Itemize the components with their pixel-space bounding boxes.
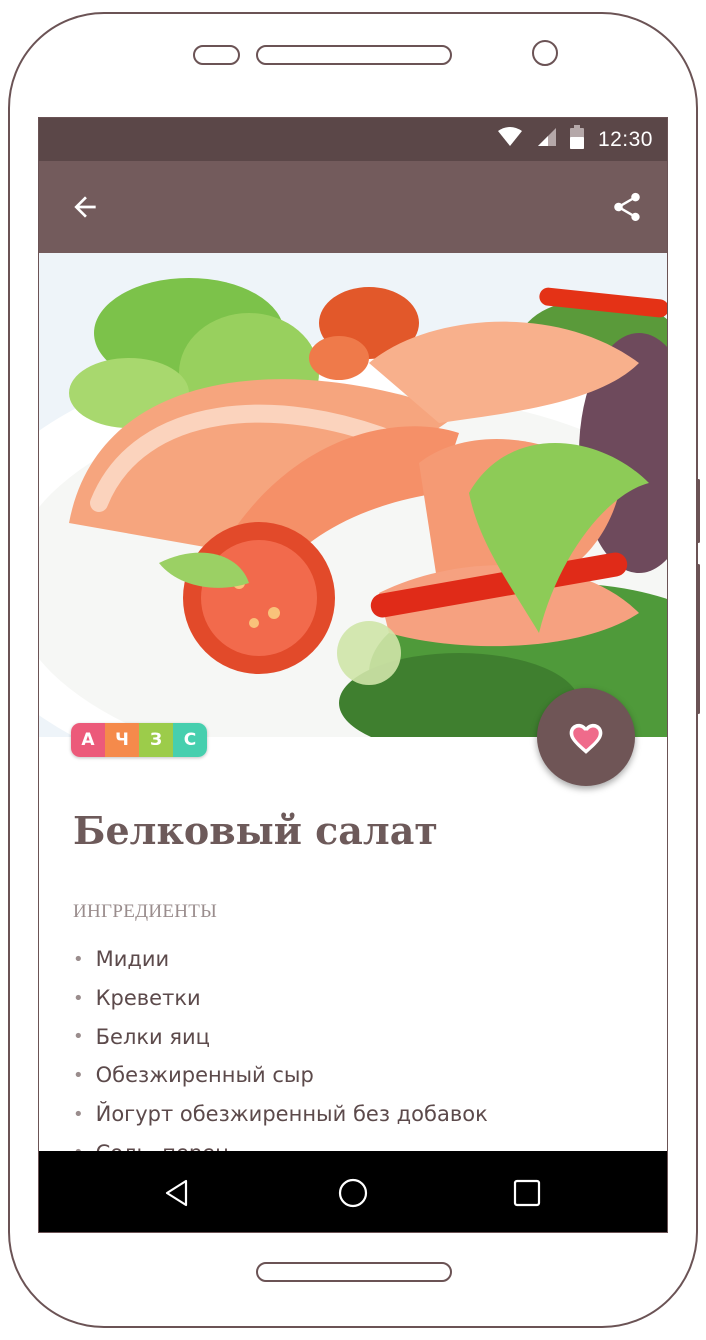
ingredient-label: Белки яиц	[95, 1024, 210, 1049]
nav-back-icon	[165, 1179, 188, 1207]
diet-tag-ch: Ч	[105, 723, 139, 757]
nav-back-button[interactable]	[153, 1169, 201, 1217]
heart-icon	[569, 723, 603, 754]
ingredient-label: Креветки	[95, 986, 201, 1011]
diet-tags: А Ч З С	[71, 723, 207, 757]
diet-tag-z: З	[139, 723, 173, 757]
nav-recents-button[interactable]	[503, 1169, 551, 1217]
app-bar	[39, 161, 667, 253]
share-button[interactable]	[603, 185, 651, 229]
list-item: • Мидии	[73, 940, 488, 979]
nav-home-icon	[338, 1178, 368, 1208]
list-item: • Креветки	[73, 979, 488, 1018]
bullet-icon: •	[73, 1103, 84, 1125]
phone-sensor	[193, 45, 240, 65]
status-time: 12:30	[597, 127, 653, 151]
back-button[interactable]	[61, 185, 109, 229]
ingredient-label: Обезжиренный сыр	[95, 1063, 314, 1088]
nav-home-button[interactable]	[329, 1169, 377, 1217]
ingredient-label: Йогурт обезжиренный без добавок	[95, 1102, 488, 1127]
phone-camera	[532, 40, 558, 66]
favorite-button[interactable]	[537, 688, 635, 786]
ingredients-list: • Мидии • Креветки • Белки яиц • Обезжиренны…	[73, 940, 488, 1172]
shrimp-salad-illustration	[39, 253, 667, 737]
ingredients-label: ИНГРЕДИЕНТЫ	[73, 901, 218, 922]
bullet-icon: •	[73, 1064, 84, 1086]
diet-tag-s: С	[173, 723, 207, 757]
cell-signal-icon	[536, 127, 556, 152]
recipe-title: Белковый салат	[73, 808, 438, 853]
bullet-icon: •	[73, 987, 84, 1009]
recipe-photo	[39, 253, 667, 737]
diet-tag-a: А	[71, 723, 105, 757]
power-button	[697, 564, 700, 714]
arrow-back-icon	[74, 196, 96, 218]
phone-bottom-speaker	[256, 1262, 452, 1282]
bullet-icon: •	[73, 1026, 84, 1048]
list-item: • Белки яиц	[73, 1017, 488, 1056]
list-item: • Йогурт обезжиренный без добавок	[73, 1095, 488, 1134]
share-icon	[614, 192, 640, 222]
nav-recents-icon	[513, 1179, 541, 1207]
phone-earpiece	[256, 45, 452, 65]
ingredient-label: Мидии	[95, 947, 170, 972]
bullet-icon: •	[73, 948, 84, 970]
system-nav-bar	[39, 1151, 667, 1232]
battery-icon	[569, 125, 584, 154]
wifi-icon	[497, 127, 522, 152]
volume-button	[697, 479, 700, 543]
status-bar: 12:30	[39, 118, 667, 161]
list-item: • Обезжиренный сыр	[73, 1056, 488, 1095]
phone-screen: 12:30 А Ч З С Белковый салат ИНГРЕДИЕНТЫ…	[38, 117, 668, 1233]
